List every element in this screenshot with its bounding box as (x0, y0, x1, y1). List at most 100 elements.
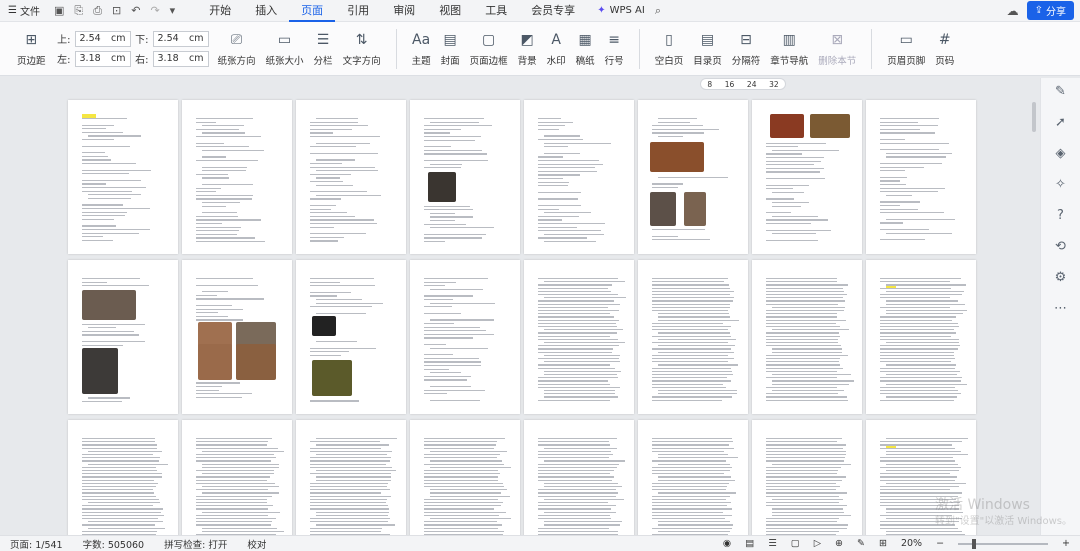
page-thumbnail[interactable] (296, 260, 406, 414)
save-icon[interactable]: ▣ (54, 4, 64, 17)
page-number-button[interactable]: # 页码 (930, 24, 959, 74)
page-thumbnail[interactable] (866, 260, 976, 414)
page-thumbnail[interactable] (638, 260, 748, 414)
vertical-scrollbar[interactable] (1030, 90, 1038, 500)
share-button[interactable]: ⇪ 分享 (1026, 1, 1074, 20)
blank-page-button[interactable]: ▯ 空白页 (650, 24, 689, 74)
search-icon[interactable]: ⌕ (655, 4, 661, 18)
line-number-button[interactable]: ≡ 行号 (600, 24, 629, 74)
cover-button[interactable]: ▤ 封面 (436, 24, 465, 74)
columns-button[interactable]: ☰ 分栏 (309, 24, 338, 74)
page-thumbnail[interactable] (524, 420, 634, 535)
section-nav-button[interactable]: ▥ 章节导航 (765, 24, 813, 74)
activation-watermark-sub: 转到"设置"以激活 Windows。 (935, 516, 1073, 527)
page-thumbnail[interactable] (752, 100, 862, 254)
theme-button[interactable]: Aa 主题 (407, 24, 436, 74)
top-margin-field[interactable]: 2.54 cm (74, 30, 131, 47)
page-image (650, 192, 676, 226)
document-canvas[interactable] (0, 90, 1040, 535)
magic-icon[interactable]: ✧ (1055, 177, 1066, 192)
pen-view-icon[interactable]: ✎ (857, 538, 865, 549)
page-indicator[interactable]: 页面: 1/541 (0, 537, 73, 551)
pen-icon[interactable]: ✎ (1055, 84, 1066, 99)
shape-icon[interactable]: ◈ (1056, 146, 1066, 161)
tab-review[interactable]: 审阅 (381, 0, 427, 22)
eye-icon[interactable]: ◉ (723, 538, 731, 549)
select-icon[interactable]: ➚ (1055, 115, 1066, 130)
wps-ai-button[interactable]: ✦ WPS AI (587, 5, 655, 16)
zoom-out-icon[interactable]: − (936, 538, 944, 549)
delete-section-button[interactable]: ⊠ 删除本节 (813, 24, 861, 74)
undo-icon[interactable]: ↶ (131, 4, 140, 17)
scrollbar-thumb[interactable] (1032, 102, 1036, 132)
page-thumbnail[interactable] (638, 420, 748, 535)
separator-button[interactable]: ⊟ 分隔符 (727, 24, 766, 74)
page-thumbnail[interactable] (524, 260, 634, 414)
page-image (198, 344, 232, 380)
web-view-icon[interactable]: ⊕ (835, 538, 843, 549)
page-thumbnail[interactable] (410, 100, 520, 254)
left-margin-field[interactable]: 3.18 cm (74, 50, 131, 67)
cloud-icon[interactable]: ☁ (1007, 4, 1019, 18)
page-thumbnail[interactable] (866, 100, 976, 254)
page-thumbnail[interactable] (410, 420, 520, 535)
paper-size-button[interactable]: ▭ 纸张大小 (261, 24, 309, 74)
page-thumbnail[interactable] (752, 260, 862, 414)
tab-insert[interactable]: 插入 (243, 0, 289, 22)
page-thumbnail[interactable] (68, 420, 178, 535)
fit-icon[interactable]: ⊞ (879, 538, 887, 549)
settings-icon[interactable]: ⚙ (1055, 270, 1067, 285)
spell-check-toggle[interactable]: 拼写检查: 打开 (154, 537, 237, 551)
text-direction-button[interactable]: ⇅ 文字方向 (338, 24, 386, 74)
page-thumbnail[interactable] (638, 100, 748, 254)
page-thumbnail[interactable] (524, 100, 634, 254)
header-footer-button[interactable]: ▭ 页眉页脚 (882, 24, 930, 74)
page-thumbnail[interactable] (182, 420, 292, 535)
page-border-button[interactable]: ▢ 页面边框 (465, 24, 513, 74)
page-thumbnail[interactable] (410, 260, 520, 414)
page-thumbnail[interactable] (68, 260, 178, 414)
help-icon[interactable]: ? (1057, 208, 1064, 223)
background-button[interactable]: ◩ 背景 (513, 24, 542, 74)
export-pdf-icon[interactable]: ⎘ (74, 4, 83, 18)
print-preview-icon[interactable]: ⊡ (112, 4, 121, 17)
margins-button[interactable]: ⊞ 页边距 (12, 24, 51, 74)
watermark-icon: A (551, 31, 561, 48)
zoom-in-icon[interactable]: + (1062, 538, 1070, 549)
right-margin-field[interactable]: 3.18 cm (152, 50, 209, 67)
page-thumbnail[interactable] (182, 260, 292, 414)
tab-member[interactable]: 会员专享 (519, 0, 587, 22)
toc-page-button[interactable]: ▤ 目录页 (688, 24, 727, 74)
tab-view[interactable]: 视图 (427, 0, 473, 22)
tab-references[interactable]: 引用 (335, 0, 381, 22)
play-icon[interactable]: ▷ (814, 538, 821, 549)
tab-home[interactable]: 开始 (197, 0, 243, 22)
tab-page[interactable]: 页面 (289, 0, 336, 22)
margin-fields: 上: 2.54 cm 下: 2.54 cm 左: 3.18 cm 右: 3.18 cm (57, 30, 209, 67)
page-thumbnail[interactable] (182, 100, 292, 254)
orientation-button[interactable]: ⎚ 纸张方向 (213, 24, 261, 74)
zoom-value[interactable]: 20% (901, 538, 922, 549)
page-thumbnail[interactable] (296, 420, 406, 535)
more-icon[interactable]: ⋯ (1054, 301, 1067, 316)
page-view-icon[interactable]: ▤ (745, 538, 754, 549)
page-thumbnail[interactable] (752, 420, 862, 535)
zoom-slider[interactable] (958, 538, 1049, 549)
customize-icon[interactable]: ▾ (170, 4, 176, 17)
page-zoom-strip[interactable]: 8 16 24 32 (700, 78, 786, 90)
sync-icon[interactable]: ⟲ (1055, 239, 1066, 254)
tab-tools[interactable]: 工具 (473, 0, 519, 22)
page-thumbnail[interactable] (296, 100, 406, 254)
page-thumbnail[interactable] (68, 100, 178, 254)
watermark-button[interactable]: A 水印 (542, 24, 571, 74)
paper-size-icon: ▭ (277, 31, 292, 48)
outline-icon[interactable]: ☰ (768, 538, 777, 549)
file-menu-button[interactable]: ☰ 文件 (0, 0, 48, 22)
bottom-margin-field[interactable]: 2.54 cm (152, 30, 209, 47)
proofread-button[interactable]: 校对 (237, 537, 276, 551)
manuscript-button[interactable]: ▦ 稿纸 (571, 24, 600, 74)
print-icon[interactable]: ⎙ (93, 4, 102, 18)
layout-icon[interactable]: ▢ (791, 538, 800, 549)
redo-icon[interactable]: ↷ (150, 4, 159, 17)
word-count[interactable]: 字数: 505060 (73, 537, 155, 551)
